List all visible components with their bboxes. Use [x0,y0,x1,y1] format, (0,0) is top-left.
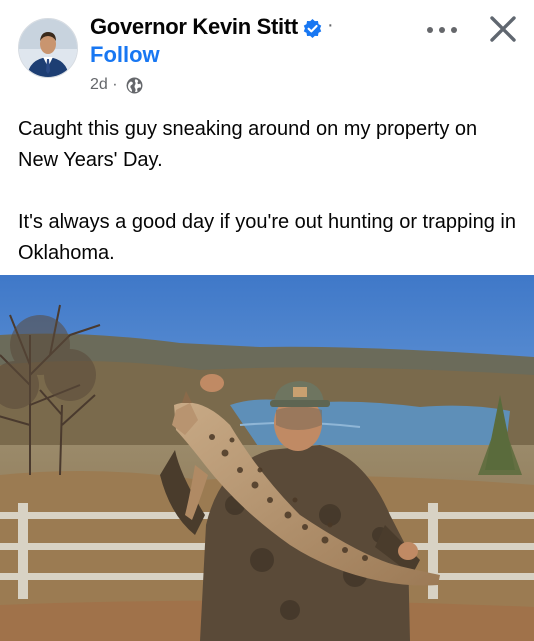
time-ago: 2d [90,76,108,93]
post-timestamp[interactable]: 2d · [90,76,118,94]
post-photo[interactable] [0,275,534,641]
verified-badge-icon [303,19,322,38]
globe-icon [126,77,143,94]
close-icon[interactable] [486,12,520,46]
post-paragraph: It's always a good day if you're out hun… [18,211,516,264]
post-header: Governor Kevin Stitt · Follow 2d · [0,0,534,110]
author-avatar[interactable] [18,18,78,78]
post-text: Caught this guy sneaking around on my pr… [18,114,518,269]
post-photo-image [0,275,534,641]
post-paragraph: Caught this guy sneaking around on my pr… [18,118,478,171]
title-separator: · [327,14,334,36]
more-options-icon[interactable] [424,18,460,42]
author-name[interactable]: Governor Kevin Stitt [90,14,298,40]
follow-button[interactable]: Follow [90,42,160,68]
time-separator: · [112,76,118,93]
